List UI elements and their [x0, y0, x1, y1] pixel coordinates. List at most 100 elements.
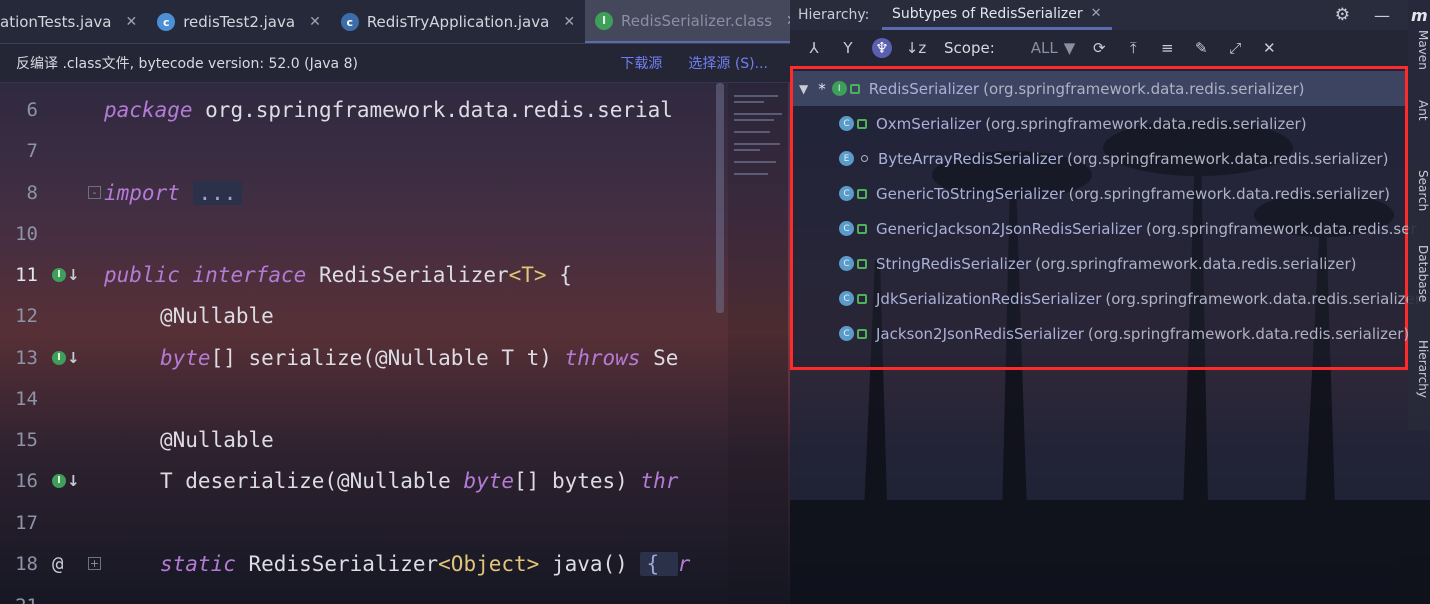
class-name: JdkSerializationRedisSerializer: [876, 289, 1102, 308]
code-fragment: T deserialize(@Nullable: [160, 468, 464, 493]
hierarchy-tree: ▼ * I RedisSerializer (org.springframewo…: [790, 66, 1421, 370]
editor-tab-bar: ationTests.java ✕ c redisTest2.java ✕ c …: [0, 0, 790, 44]
code-fragment: [] serialize(@Nullable T t): [210, 345, 565, 370]
tab-label: Subtypes of RedisSerializer: [892, 5, 1083, 22]
pin-icon[interactable]: ✎: [1191, 38, 1211, 58]
implemented-gutter-icon[interactable]: I ↓: [52, 472, 80, 490]
supertypes-icon[interactable]: Y: [838, 38, 858, 58]
tree-node[interactable]: C Jackson2JsonRedisSerializer (org.sprin…: [839, 316, 1409, 351]
fold-toggle[interactable]: -: [88, 186, 101, 199]
code-fragment: RedisSerializer: [306, 262, 509, 287]
tab-label: RedisSerializer.class: [621, 11, 773, 30]
tree-node[interactable]: C GenericJackson2JsonRedisSerializer (or…: [839, 211, 1417, 246]
expand-arrow-icon[interactable]: ▼: [799, 82, 808, 96]
tree-node[interactable]: C StringRedisSerializer (org.springframe…: [839, 246, 1357, 281]
implemented-gutter-icon[interactable]: I ↓: [52, 349, 80, 367]
generic-type: <Object>: [438, 551, 540, 576]
tab-redis-test2[interactable]: c redisTest2.java ✕: [147, 0, 331, 43]
search-tool-button[interactable]: Search: [1408, 170, 1430, 211]
class-name: GenericToStringSerializer: [876, 184, 1065, 203]
decompiler-notice-bar: 反编译 .class文件, bytecode version: 52.0 (Ja…: [0, 44, 790, 82]
editor-scrollbar[interactable]: [716, 83, 724, 313]
gear-icon[interactable]: ⚙: [1335, 5, 1350, 25]
class-icon: C: [839, 221, 854, 236]
class-icon: C: [839, 116, 854, 131]
java-file-icon: c: [157, 13, 176, 31]
collapse-all-icon[interactable]: ≡: [1157, 38, 1177, 58]
override-at-icon[interactable]: @: [52, 553, 63, 575]
code-text: byte[] serialize(@Nullable T t) throws S…: [160, 346, 678, 370]
base-on-this-class-icon[interactable]: ⤒: [1123, 38, 1143, 58]
scope-dropdown[interactable]: ALL ▼: [1031, 39, 1076, 57]
line-number: 8: [26, 181, 38, 204]
tab-application-tests[interactable]: ationTests.java ✕: [0, 0, 147, 43]
tree-node[interactable]: E ByteArrayRedisSerializer (org.springfr…: [839, 141, 1388, 176]
choose-source-link[interactable]: 选择源 (S)...: [688, 53, 768, 73]
code-minimap[interactable]: [728, 83, 788, 604]
sort-alphabetically-icon[interactable]: ↓z: [906, 38, 926, 58]
code-line: 13 I ↓ byte[] serialize(@Nullable T t) th…: [0, 337, 728, 378]
line-number: 13: [15, 346, 38, 369]
package-name: (org.springframework.data.redis.ser: [1146, 219, 1417, 238]
line-number: 15: [15, 428, 38, 451]
tab-redis-serializer-class[interactable]: I RedisSerializer.class ✕: [585, 0, 790, 43]
class-name: GenericJackson2JsonRedisSerializer: [876, 219, 1143, 238]
code-fragment: java(): [539, 551, 641, 576]
download-source-link[interactable]: 下载源: [620, 53, 662, 73]
hierarchy-title: Hierarchy:: [798, 7, 870, 23]
keyword: static: [160, 551, 236, 576]
class-icon: C: [839, 186, 854, 201]
enum-icon: E: [839, 151, 854, 166]
code-line: 21: [0, 585, 728, 604]
type-hierarchy-icon[interactable]: ⅄: [804, 38, 824, 58]
code-line: 17: [0, 502, 728, 543]
class-name: ByteArrayRedisSerializer: [878, 149, 1064, 168]
public-lock-icon: [857, 188, 867, 199]
tree-node[interactable]: C JdkSerializationRedisSerializer (org.s…: [839, 281, 1421, 316]
maven-tool-button[interactable]: Maven: [1408, 30, 1430, 70]
export-icon[interactable]: ⤢: [1225, 38, 1245, 58]
implemented-gutter-icon[interactable]: I ↓: [52, 266, 80, 284]
close-icon[interactable]: ✕: [563, 14, 575, 30]
class-icon: C: [839, 256, 854, 271]
line-number: 16: [15, 469, 38, 492]
code-line: 6 package org.springframework.data.redis…: [0, 89, 728, 130]
subtypes-icon[interactable]: ♆: [872, 38, 892, 58]
code-text: T deserialize(@Nullable byte[] bytes) th…: [160, 469, 678, 493]
keyword: public: [104, 262, 180, 287]
refresh-icon[interactable]: ⟳: [1089, 38, 1109, 58]
line-number: 14: [15, 387, 38, 410]
line-number: 6: [26, 98, 38, 121]
code-line: 8 - import ...: [0, 172, 728, 213]
database-tool-button[interactable]: Database: [1408, 245, 1430, 302]
public-lock-icon: [857, 258, 867, 269]
package-name: (org.springframework.data.redis.serializ…: [1105, 289, 1421, 308]
ant-tool-button[interactable]: Ant: [1408, 100, 1430, 121]
minimize-icon[interactable]: —: [1374, 6, 1390, 25]
annotation: @Nullable: [160, 303, 274, 328]
tab-label: redisTest2.java: [183, 13, 296, 31]
folded-imports[interactable]: ...: [192, 180, 243, 205]
code-line: 7: [0, 130, 728, 171]
code-text: public interface RedisSerializer<T> {: [104, 263, 572, 287]
close-icon[interactable]: ✕: [125, 14, 137, 30]
code-line: 18 @ + static RedisSerializer<Object> ja…: [0, 543, 728, 584]
tab-subtypes[interactable]: Subtypes of RedisSerializer ✕: [882, 0, 1112, 30]
package-private-icon: [861, 155, 868, 162]
class-name: StringRedisSerializer: [876, 254, 1032, 273]
fold-toggle[interactable]: +: [88, 557, 101, 570]
tree-root-node[interactable]: ▼ * I RedisSerializer (org.springframewo…: [793, 71, 1405, 106]
tab-redis-try-application[interactable]: c RedisTryApplication.java ✕: [331, 0, 585, 43]
folded-body[interactable]: {: [640, 551, 678, 576]
hierarchy-tool-button[interactable]: Hierarchy: [1408, 340, 1430, 398]
code-editor[interactable]: 6 package org.springframework.data.redis…: [0, 83, 728, 604]
tree-node[interactable]: C OxmSerializer (org.springframework.dat…: [839, 106, 1307, 141]
interface-icon: I: [831, 81, 847, 96]
close-icon[interactable]: ✕: [309, 14, 321, 30]
close-icon[interactable]: ✕: [1091, 6, 1102, 21]
keyword: r: [677, 551, 691, 576]
close-icon[interactable]: ✕: [1259, 38, 1279, 58]
decompiler-notice-text: 反编译 .class文件, bytecode version: 52.0 (Ja…: [16, 56, 358, 72]
tree-node[interactable]: C GenericToStringSerializer (org.springf…: [839, 176, 1390, 211]
code-fragment: {: [546, 262, 572, 287]
